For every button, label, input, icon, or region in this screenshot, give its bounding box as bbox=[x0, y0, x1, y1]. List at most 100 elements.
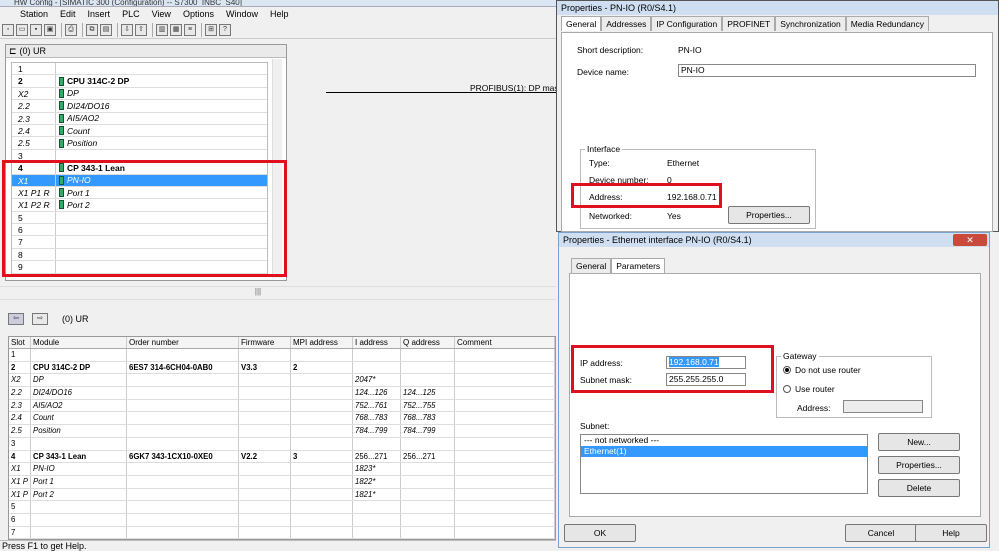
table-cell bbox=[401, 374, 455, 387]
menu-item-edit[interactable]: Edit bbox=[54, 7, 82, 21]
upload-icon[interactable]: ⇧ bbox=[135, 23, 147, 36]
menu-item-window[interactable]: Window bbox=[220, 7, 264, 21]
column-header[interactable]: Firmware bbox=[239, 337, 291, 348]
table-cell bbox=[455, 412, 555, 425]
rack-module-label: Count bbox=[67, 125, 90, 136]
tab-media-redundancy[interactable]: Media Redundancy bbox=[845, 16, 929, 31]
table-cell bbox=[401, 526, 455, 539]
subnet-item[interactable]: --- not networked --- bbox=[581, 435, 867, 446]
paste-icon[interactable]: ▤ bbox=[100, 23, 112, 36]
device-name-field[interactable]: PN-IO bbox=[678, 64, 976, 77]
column-header[interactable]: Q address bbox=[401, 337, 455, 348]
menu-item-station[interactable]: Station bbox=[0, 7, 54, 21]
dialog-title-text: Properties - Ethernet interface PN-IO (R… bbox=[563, 235, 752, 245]
column-header[interactable]: Order number bbox=[127, 337, 239, 348]
rack-row[interactable]: 2 CPU 314C-2 DP bbox=[12, 75, 267, 88]
tab-general[interactable]: General bbox=[561, 16, 602, 31]
table-row[interactable]: 1 bbox=[9, 349, 555, 362]
table-cell: Count bbox=[31, 412, 127, 425]
rack-slot: 2.4 bbox=[12, 124, 56, 137]
rack-row[interactable]: 2.5 Position bbox=[12, 137, 267, 150]
table-row[interactable]: X1 P Port 1 1822* bbox=[9, 475, 555, 489]
help-button[interactable]: Help bbox=[915, 524, 987, 542]
download-icon[interactable]: ⇩ bbox=[121, 23, 133, 36]
interface-properties-button[interactable]: Properties... bbox=[728, 206, 810, 224]
save-icon[interactable]: ▣ bbox=[44, 23, 56, 36]
table-cell: X1 bbox=[9, 463, 31, 475]
table-row[interactable]: 6 bbox=[9, 513, 555, 527]
window-icon[interactable]: ▦ bbox=[170, 23, 182, 36]
rack-row[interactable]: 2.2 DI24/DO16 bbox=[12, 100, 267, 113]
delete-subnet-button[interactable]: Delete bbox=[878, 479, 960, 497]
rack-row[interactable]: 2.3 AI5/AO2 bbox=[12, 112, 267, 125]
table-row[interactable]: 2.4 Count 768...783 768...783 bbox=[9, 412, 555, 426]
gateway-address-field[interactable] bbox=[843, 400, 923, 413]
tab-profinet[interactable]: PROFINET bbox=[722, 16, 776, 31]
rack-slot: 2.3 bbox=[12, 112, 56, 124]
copy-icon[interactable]: ⧉ bbox=[86, 23, 98, 36]
help-icon[interactable]: ? bbox=[219, 23, 231, 36]
rack-row[interactable]: 1 bbox=[12, 63, 267, 76]
new-subnet-button[interactable]: New... bbox=[878, 433, 960, 451]
column-header[interactable]: MPI address bbox=[291, 337, 353, 348]
table-cell bbox=[353, 526, 401, 539]
ok-button[interactable]: OK bbox=[564, 524, 636, 542]
status-bar: Press F1 to get Help. bbox=[0, 540, 556, 551]
close-icon[interactable]: ✕ bbox=[953, 234, 987, 246]
menu-item-plc[interactable]: PLC bbox=[116, 7, 146, 21]
menu-item-insert[interactable]: Insert bbox=[82, 7, 117, 21]
menu-item-help[interactable]: Help bbox=[264, 7, 295, 21]
table-row[interactable]: 2.3 AI5/AO2 752...761 752...755 bbox=[9, 399, 555, 413]
tab-ip-configuration[interactable]: IP Configuration bbox=[651, 16, 723, 31]
tab-parameters[interactable]: Parameters bbox=[611, 258, 666, 273]
table-row[interactable]: 3 bbox=[9, 437, 555, 451]
network-icon[interactable]: ⊞ bbox=[205, 23, 217, 36]
rack-row[interactable]: X2 DP bbox=[12, 87, 267, 101]
arrow-right-icon[interactable]: ⇨ bbox=[32, 313, 48, 325]
table-cell bbox=[239, 399, 291, 412]
list-icon[interactable]: ≡ bbox=[184, 23, 196, 36]
menu-item-view[interactable]: View bbox=[146, 7, 177, 21]
table-row[interactable]: X1 PN-IO 1823* bbox=[9, 463, 555, 476]
tab-synchronization[interactable]: Synchronization bbox=[775, 16, 846, 31]
table-row[interactable]: X1 P Port 2 1821* bbox=[9, 488, 555, 502]
new-icon[interactable]: ▫ bbox=[2, 23, 14, 36]
table-cell: 2047* bbox=[353, 374, 401, 387]
column-header[interactable]: Slot bbox=[9, 337, 31, 348]
parameters-pane: IP address: 192.168.0.71 Subnet mask: 25… bbox=[569, 273, 981, 517]
table-cell bbox=[127, 412, 239, 425]
table-row[interactable]: 7 bbox=[9, 526, 555, 540]
horizontal-scrollbar[interactable]: ||| bbox=[0, 286, 556, 300]
table-cell bbox=[455, 437, 555, 450]
rack-row[interactable]: 2.4 Count bbox=[12, 124, 267, 138]
radio-no-router[interactable]: Do not use router bbox=[783, 365, 861, 375]
column-header[interactable]: Comment bbox=[455, 337, 555, 348]
dialog-title: Properties - Ethernet interface PN-IO (R… bbox=[559, 233, 989, 247]
table-cell bbox=[401, 361, 455, 374]
table-row[interactable]: 2.5 Position 784...799 784...799 bbox=[9, 425, 555, 438]
table-cell bbox=[455, 513, 555, 526]
subnet-item[interactable]: Ethernet(1) bbox=[581, 446, 867, 457]
table-row[interactable]: 2.2 DI24/DO16 124...126 124...125 bbox=[9, 387, 555, 400]
table-cell: X1 P bbox=[9, 475, 31, 488]
open-icon[interactable]: ▭ bbox=[16, 23, 28, 36]
menu-item-options[interactable]: Options bbox=[177, 7, 220, 21]
table-row[interactable]: X2 DP 2047* bbox=[9, 374, 555, 388]
column-header[interactable]: Module bbox=[31, 337, 127, 348]
table-cell bbox=[455, 475, 555, 488]
table-row[interactable]: 4 CP 343-1 Lean 6GK7 343-1CX10-0XE0 V2.2 3 25… bbox=[9, 450, 555, 464]
table-row[interactable]: 5 bbox=[9, 501, 555, 514]
tab-addresses[interactable]: Addresses bbox=[601, 16, 652, 31]
print-icon[interactable]: ⎙ bbox=[65, 23, 77, 36]
column-header[interactable]: I address bbox=[353, 337, 401, 348]
cancel-button[interactable]: Cancel bbox=[845, 524, 917, 542]
table-row[interactable]: 2 CPU 314C-2 DP 6ES7 314-6CH04-0AB0 V3.3 2 bbox=[9, 361, 555, 375]
subnet-properties-button[interactable]: Properties... bbox=[878, 456, 960, 474]
tab-general[interactable]: General bbox=[571, 258, 612, 273]
arrow-left-icon[interactable]: ⇦ bbox=[8, 313, 24, 325]
table-cell: X1 P bbox=[9, 488, 31, 501]
radio-use-router[interactable]: Use router bbox=[783, 384, 835, 394]
catalog-icon[interactable]: ▥ bbox=[156, 23, 168, 36]
station-icon[interactable]: ▪ bbox=[30, 23, 42, 36]
subnet-list[interactable]: --- not networked --- Ethernet(1) bbox=[580, 434, 868, 494]
